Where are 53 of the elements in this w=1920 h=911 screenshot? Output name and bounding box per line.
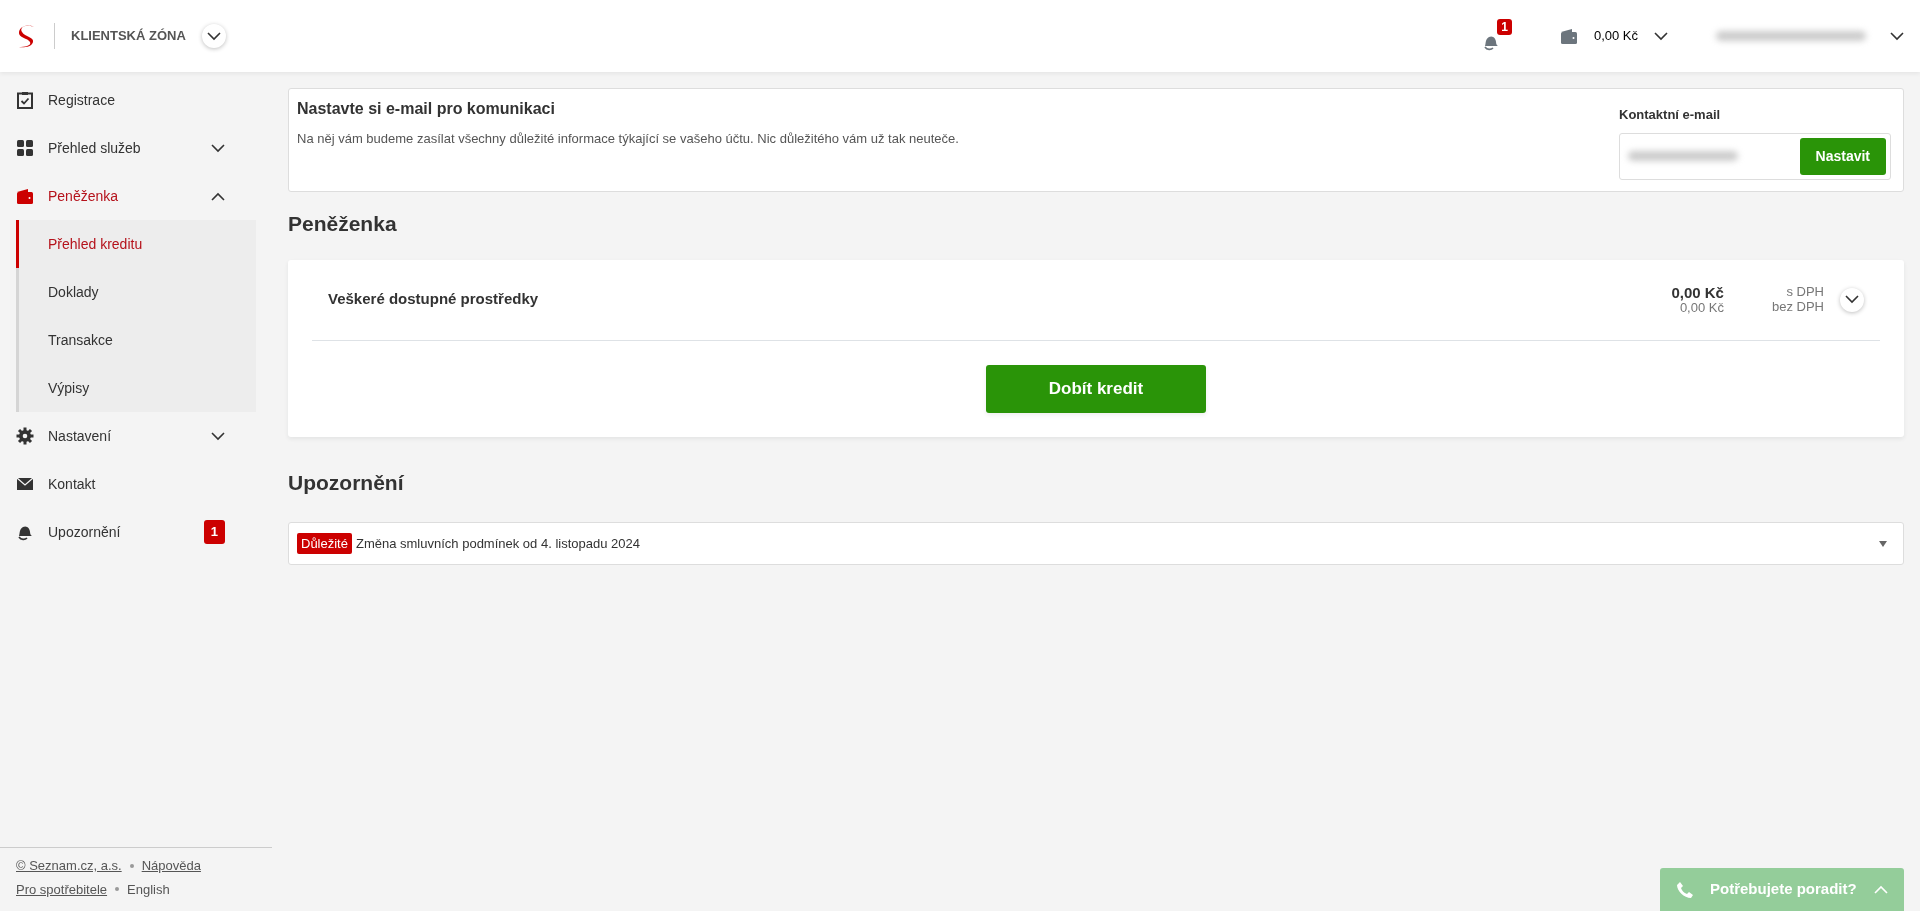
clipboard-icon (16, 91, 34, 109)
phone-icon (1676, 880, 1694, 899)
sidebar-item[interactable]: Nastavení (0, 412, 255, 460)
important-tag: Důležité (297, 532, 352, 555)
wallet-icon (16, 187, 34, 205)
sidebar-item[interactable]: Registrace (0, 76, 255, 124)
submenu-item[interactable]: Doklady (16, 268, 253, 316)
sidebar-item[interactable]: Peněženka (0, 172, 255, 220)
notice-text: Změna smluvních podmínek od 4. listopadu 2024 (355, 534, 640, 553)
wallet-icon (1559, 27, 1578, 45)
set-button[interactable]: Nastavit (1799, 137, 1886, 175)
field-label: Kontaktní e-mail (1619, 106, 1722, 124)
chevron-icon (1890, 31, 1904, 41)
vat-label: bez DPH (1771, 299, 1824, 315)
submenu-item[interactable]: Přehled kreditu (16, 220, 253, 268)
count-badge: 1 (203, 520, 225, 544)
chevron-icon (1845, 295, 1859, 305)
amount-with-vat: 0,00 Kč (1671, 283, 1724, 301)
caret-icon (1879, 540, 1887, 547)
chevron-icon (211, 191, 225, 201)
chevron-icon (206, 31, 221, 41)
notification-count: 1 (1497, 18, 1512, 35)
sidebar-item[interactable]: Přehled služeb (0, 124, 255, 172)
envelope-icon (16, 475, 34, 493)
top-up-button[interactable]: Dobít kredit (986, 364, 1206, 413)
app-title: KLIENTSKÁ ZÓNA (71, 27, 186, 46)
notice-row[interactable]: Důležité Změna smluvních podmínek od 4. listopadu 2024 (288, 522, 1904, 566)
card-title: Nastavte si e-mail pro komunikaci (297, 99, 556, 119)
grid-icon (16, 139, 34, 157)
chevron-icon (1654, 31, 1668, 41)
footer-link[interactable]: Nápověda (141, 856, 201, 876)
balance-dropdown[interactable]: 0,00 Kč (1559, 26, 1668, 46)
chevron-icon (211, 431, 225, 441)
gear-icon (16, 427, 34, 445)
section-heading: Upozornění (288, 469, 405, 496)
expand-button[interactable] (1840, 287, 1864, 312)
card-text: Na něj vám budeme zasílat všechny důležité informace týkající se vašeho účtu. Nic důležitého vám už tak neuteče. (297, 130, 960, 148)
email-field[interactable]: Nastavit (1619, 132, 1891, 180)
menu-toggle[interactable] (201, 24, 226, 48)
footer-link[interactable]: Pro spotřebitele (16, 879, 108, 899)
chevron-icon (211, 143, 225, 153)
vat-label: s DPH (1785, 284, 1824, 300)
submenu-item[interactable]: Výpisy (16, 364, 253, 412)
notifications-button[interactable]: 1 (1481, 18, 1512, 54)
amount-without-vat: 0,00 Kč (1679, 300, 1724, 316)
sidebar-item[interactable]: Kontakt (0, 460, 255, 508)
section-heading: Peněženka (288, 211, 398, 237)
footer-link[interactable]: © Seznam.cz, a.s. (16, 856, 122, 876)
footer-link[interactable]: English (127, 879, 170, 899)
funds-label: Veškeré dostupné prostředky (328, 289, 539, 310)
chevron-icon (1874, 885, 1888, 894)
submenu-item[interactable]: Transakce (16, 316, 253, 364)
sidebar-item[interactable]: Upozornění 1 (0, 508, 255, 556)
